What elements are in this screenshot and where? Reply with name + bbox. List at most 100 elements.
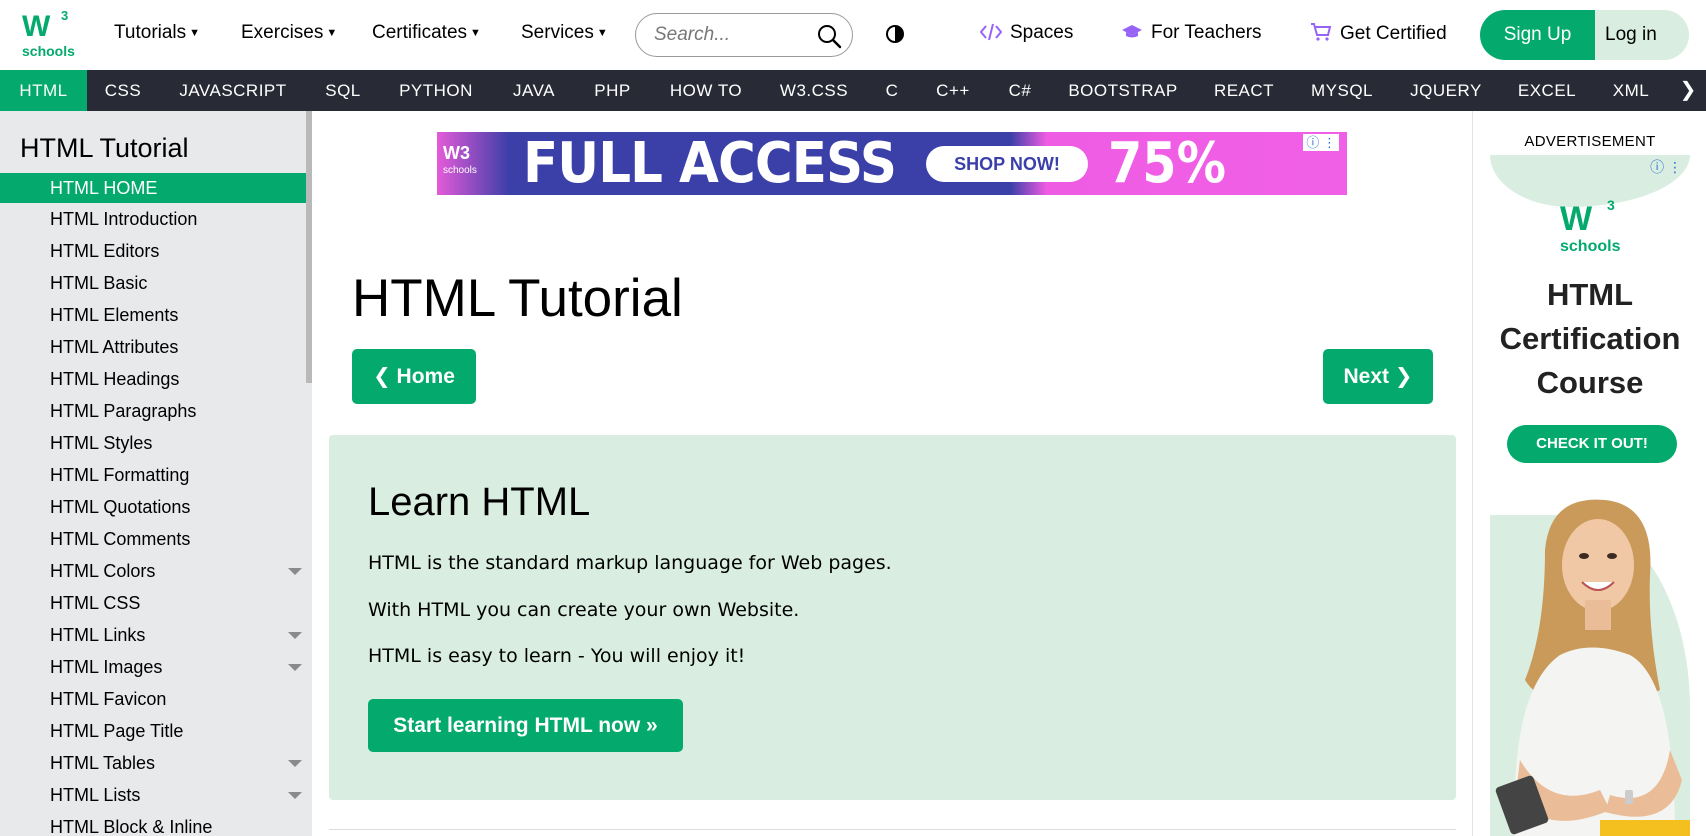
spaces-label: Spaces	[1010, 22, 1074, 43]
sidebar-item[interactable]: HTML Elements	[0, 299, 312, 331]
topic-nav-bar: HTML CSS JAVASCRIPT SQL PYTHON JAVA PHP …	[0, 70, 1706, 111]
sidebar-item[interactable]: HTML Comments	[0, 523, 312, 555]
sidebar-item[interactable]: HTML Colors	[0, 555, 312, 587]
sidebar-item[interactable]: HTML Formatting	[0, 459, 312, 491]
side-ad[interactable]: ⓘ ⋮ W 3 schools HTML Certification Cours…	[1490, 155, 1690, 836]
nav-certificates[interactable]: Certificates ▼	[372, 22, 481, 44]
expand-arrow-icon[interactable]	[288, 760, 302, 767]
topic-c[interactable]: C	[880, 70, 904, 111]
sidebar-item-label: HTML Elements	[50, 305, 179, 325]
caret-down-icon: ▼	[326, 27, 338, 39]
banner-logo-mark: W3	[443, 143, 470, 163]
sidebar-title: HTML Tutorial	[20, 133, 189, 163]
sidebar-item[interactable]: HTML Page Title	[0, 715, 312, 747]
for-teachers-label: For Teachers	[1151, 22, 1262, 43]
sidebar-item[interactable]: HTML Quotations	[0, 491, 312, 523]
expand-arrow-icon[interactable]	[288, 632, 302, 639]
sidebar-item-label: HTML Basic	[50, 273, 148, 293]
topic-cpp[interactable]: C++	[930, 70, 976, 111]
topic-javascript[interactable]: JAVASCRIPT	[168, 70, 298, 111]
sidebar-item-label: HTML Tables	[50, 753, 156, 773]
topic-sql[interactable]: SQL	[313, 70, 373, 111]
sidebar-item[interactable]: HTML Headings	[0, 363, 312, 395]
top-bar: W 3 schools Tutorials ▼ Exercises ▼ Certif…	[0, 0, 1706, 70]
sidebar: HTML Tutorial HTML HOME HTML Introduction…	[0, 111, 312, 836]
topic-php[interactable]: PHP	[586, 70, 639, 111]
expand-arrow-icon[interactable]	[288, 664, 302, 671]
topic-html[interactable]: HTML	[0, 70, 87, 111]
sidebar-item[interactable]: HTML Introduction	[0, 203, 312, 235]
sidebar-item-label: HTML Colors	[50, 561, 156, 581]
sidebar-item-label: HTML Styles	[50, 433, 153, 453]
topic-react[interactable]: REACT	[1210, 70, 1278, 111]
expand-arrow-icon[interactable]	[288, 792, 302, 799]
graduation-cap-icon	[1122, 25, 1142, 38]
logo-text: schools	[22, 43, 75, 59]
sidebar-item[interactable]: HTML Styles	[0, 427, 312, 459]
expand-arrow-icon[interactable]	[288, 568, 302, 575]
sidebar-item-label: HTML Attributes	[50, 337, 179, 357]
home-button[interactable]: ❮ Home	[352, 349, 476, 404]
w3schools-logo[interactable]: W 3 schools	[20, 8, 76, 60]
search-icon[interactable]	[816, 23, 842, 49]
nav-exercises[interactable]: Exercises ▼	[241, 22, 337, 44]
ad-info-icon[interactable]: ⓘ ⋮	[1650, 157, 1682, 177]
sidebar-item-label: HTML Block & Inline	[50, 817, 213, 836]
topic-mysql[interactable]: MYSQL	[1306, 70, 1378, 111]
sidebar-item-label: HTML CSS	[50, 593, 141, 613]
topic-how-to[interactable]: HOW TO	[663, 70, 749, 111]
sidebar-item[interactable]: HTML Attributes	[0, 331, 312, 363]
nav-services[interactable]: Services ▼	[521, 22, 608, 44]
topic-jquery[interactable]: JQUERY	[1406, 70, 1486, 111]
sidebar-item-label: HTML Page Title	[50, 721, 184, 741]
sidebar-item[interactable]: HTML Images	[0, 651, 312, 683]
learn-html-panel: Learn HTML HTML is the standard markup l…	[329, 435, 1456, 800]
topic-xml[interactable]: XML	[1606, 70, 1656, 111]
spaces-link[interactable]: Spaces	[979, 22, 1074, 44]
get-certified-link[interactable]: Get Certified	[1310, 22, 1447, 45]
topic-csharp[interactable]: C#	[1004, 70, 1036, 111]
topic-w3css[interactable]: W3.CSS	[774, 70, 854, 111]
topic-bootstrap[interactable]: BOOTSTRAP	[1064, 70, 1182, 111]
topic-python[interactable]: PYTHON	[392, 70, 480, 111]
sidebar-item[interactable]: HTML HOME	[0, 173, 312, 203]
ad-logo-text: schools	[1560, 238, 1621, 255]
sidebar-item[interactable]: HTML Lists	[0, 779, 312, 811]
sidebar-item[interactable]: HTML Tables	[0, 747, 312, 779]
sidebar-item[interactable]: HTML CSS	[0, 587, 312, 619]
log-in-button[interactable]: Log in	[1595, 10, 1689, 60]
logo-mark: W	[22, 10, 50, 43]
sidebar-item[interactable]: HTML Favicon	[0, 683, 312, 715]
sidebar-item[interactable]: HTML Paragraphs	[0, 395, 312, 427]
sign-up-button[interactable]: Sign Up	[1480, 10, 1595, 60]
promo-banner[interactable]: W3 schools FULL ACCESS SHOP NOW! 75% OFF…	[437, 132, 1347, 195]
sidebar-item-label: HTML Headings	[50, 369, 180, 389]
for-teachers-link[interactable]: For Teachers	[1121, 22, 1262, 44]
sidebar-item-label: HTML Images	[50, 657, 163, 677]
sidebar-item-label: HTML Favicon	[50, 689, 167, 709]
search-input[interactable]	[654, 23, 814, 47]
chevron-right-icon[interactable]: ❯	[1670, 70, 1706, 111]
get-certified-label: Get Certified	[1340, 23, 1447, 44]
sidebar-item[interactable]: HTML Links	[0, 619, 312, 651]
sidebar-scrollbar[interactable]	[306, 111, 312, 383]
start-learning-button[interactable]: Start learning HTML now »	[368, 699, 683, 752]
sidebar-item-label: HTML Quotations	[50, 497, 191, 517]
banner-shop-button[interactable]: SHOP NOW!	[926, 146, 1088, 182]
nav-tutorials[interactable]: Tutorials ▼	[114, 22, 200, 44]
topic-excel[interactable]: EXCEL	[1514, 70, 1580, 111]
cart-icon	[1311, 23, 1332, 41]
topic-css[interactable]: CSS	[87, 70, 159, 111]
contrast-toggle-icon[interactable]	[885, 24, 905, 44]
sidebar-item[interactable]: HTML Block & Inline	[0, 811, 312, 836]
topic-java[interactable]: JAVA	[503, 70, 565, 111]
sidebar-item-label: HTML Paragraphs	[50, 401, 197, 421]
next-button[interactable]: Next ❯	[1323, 349, 1433, 404]
check-it-out-button[interactable]: CHECK IT OUT!	[1507, 425, 1677, 463]
sidebar-item[interactable]: HTML Basic	[0, 267, 312, 299]
learn-paragraph: With HTML you can create your own Websit…	[368, 599, 800, 621]
sidebar-item[interactable]: HTML Editors	[0, 235, 312, 267]
code-icon	[979, 23, 1003, 41]
search-box	[635, 13, 853, 57]
ad-info-icon[interactable]: ⓘ ⋮	[1303, 134, 1339, 151]
